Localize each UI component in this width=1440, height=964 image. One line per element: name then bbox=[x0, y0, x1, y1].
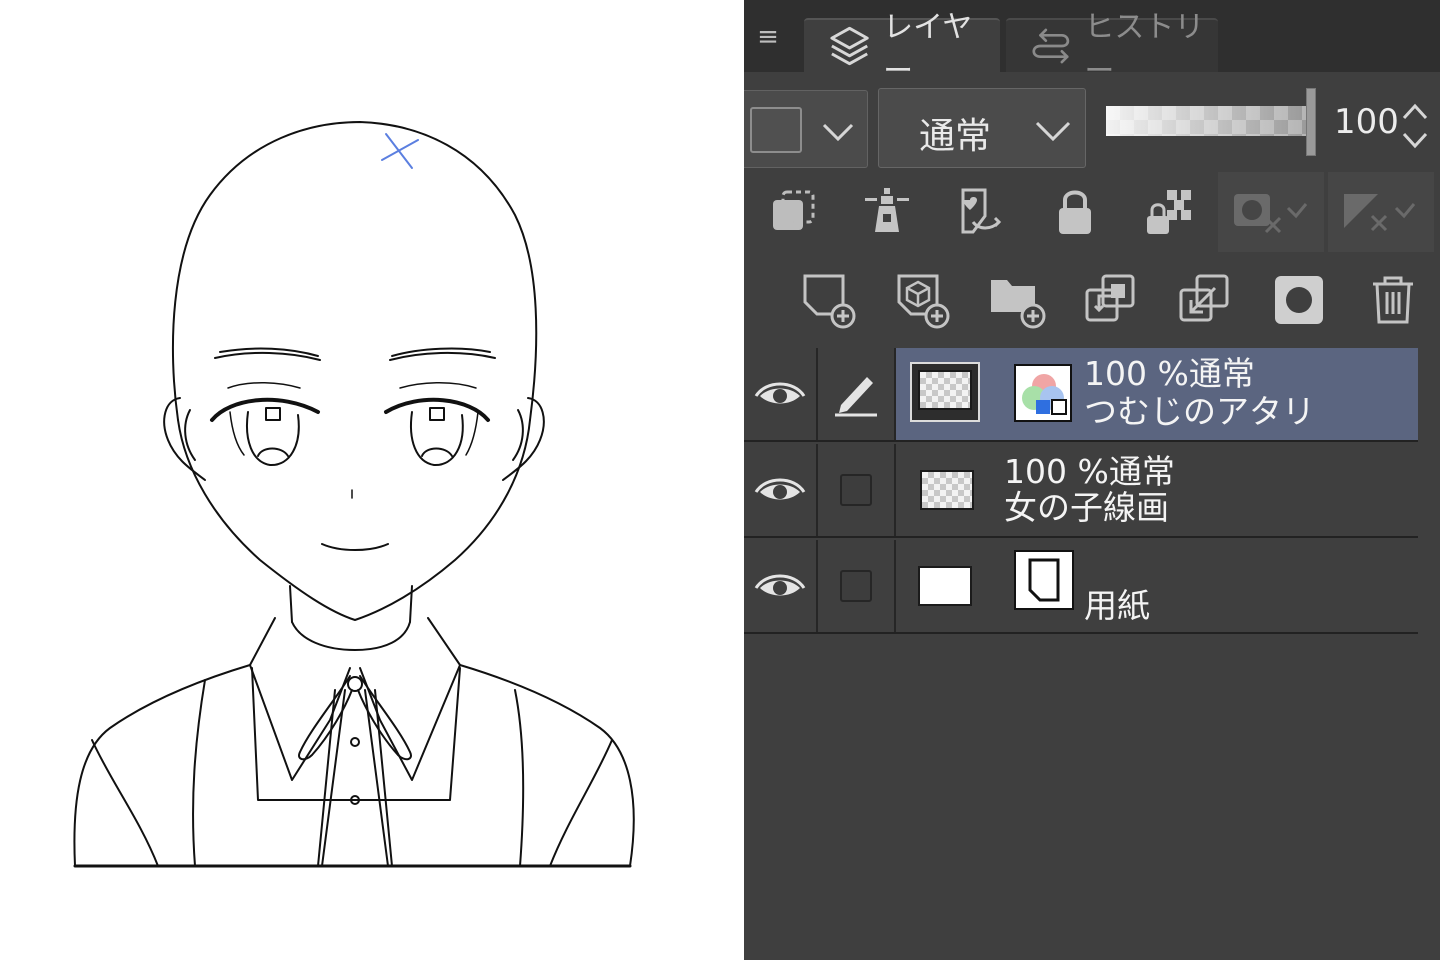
new-raster-layer-button[interactable] bbox=[798, 264, 860, 336]
lock-transparency-button[interactable] bbox=[1138, 176, 1200, 248]
line-art-illustration bbox=[73, 121, 635, 868]
layer-blend-info: 100 %通常 bbox=[1084, 356, 1255, 392]
blend-mode-select[interactable]: 通常 bbox=[878, 88, 1086, 168]
new-folder-button[interactable] bbox=[986, 264, 1048, 336]
tab-history-label: ヒストリー bbox=[1084, 10, 1205, 89]
panel-tab-bar: ≡ レイヤー ヒストリー bbox=[744, 0, 1440, 89]
layer-opacity: 100 % bbox=[1004, 452, 1109, 491]
layer-edit-target-toggle[interactable] bbox=[818, 444, 896, 536]
tab-layer-label: レイヤー bbox=[883, 10, 973, 89]
mask-disabled-icon bbox=[1234, 194, 1308, 234]
transfer-to-below-button[interactable] bbox=[1080, 264, 1142, 336]
layer-edit-target-toggle[interactable] bbox=[818, 348, 896, 440]
layer-thumbnail-frame bbox=[910, 362, 980, 422]
layer-name: つむじのアタリ bbox=[1084, 392, 1315, 431]
chevron-down-icon bbox=[1035, 121, 1071, 142]
trash-icon bbox=[1373, 276, 1413, 324]
opacity-spinner-icon[interactable] bbox=[1400, 96, 1430, 156]
reference-layer-button[interactable] bbox=[856, 176, 918, 248]
create-mask-button[interactable] bbox=[1268, 264, 1330, 336]
color-layer-icon bbox=[1022, 374, 1067, 415]
layer-thumbnail bbox=[918, 370, 972, 410]
lock-icon bbox=[1059, 190, 1091, 234]
drawing-canvas[interactable] bbox=[0, 0, 744, 960]
new-vector-layer-button[interactable] bbox=[892, 264, 954, 336]
history-icon bbox=[1032, 28, 1070, 64]
paper-icon bbox=[1028, 558, 1060, 602]
layer-edit-checkbox[interactable] bbox=[840, 474, 872, 506]
new-3d-layer-icon bbox=[897, 274, 950, 329]
draft-layer-button[interactable] bbox=[950, 176, 1012, 248]
merge-down-icon bbox=[1179, 274, 1229, 322]
layer-color-button[interactable] bbox=[744, 90, 868, 168]
layer-edit-target-toggle[interactable] bbox=[818, 540, 896, 632]
layer-mode: 通常 bbox=[1108, 452, 1175, 491]
delete-layer-button[interactable] bbox=[1362, 264, 1424, 336]
layer-blend-info: 100 %通常 bbox=[1004, 454, 1175, 490]
new-folder-icon bbox=[991, 280, 1046, 329]
layer-row-body: 用紙 bbox=[896, 540, 1418, 632]
layers-icon bbox=[830, 26, 869, 66]
opacity-slider-fill bbox=[1106, 106, 1306, 136]
layer-color-swatch bbox=[750, 107, 802, 153]
lighthouse-icon bbox=[865, 188, 909, 232]
clip-layer-icon bbox=[773, 190, 815, 230]
opacity-slider[interactable] bbox=[1106, 88, 1318, 158]
layer-row-body: 100 %通常 女の子線画 bbox=[896, 444, 1418, 536]
layer-thumbnail bbox=[918, 566, 972, 606]
layer-panel: ≡ レイヤー ヒストリー 通常 100 100 %通常 つむじのアタリ 100 … bbox=[744, 0, 1440, 960]
layer-thumbnail bbox=[920, 470, 974, 510]
layer-name: 用紙 bbox=[1084, 586, 1150, 625]
layer-mask-icon bbox=[1275, 276, 1323, 324]
layer-name: 女の子線画 bbox=[1004, 488, 1169, 527]
blend-mode-value: 通常 bbox=[919, 116, 992, 157]
mask-enable-toggle[interactable] bbox=[1218, 172, 1324, 252]
opacity-value: 100 bbox=[1334, 102, 1399, 142]
eye-icon bbox=[754, 382, 806, 404]
layer-row[interactable]: 100 %通常 女の子線画 bbox=[744, 444, 1418, 538]
crown-guide-mark bbox=[381, 133, 419, 169]
layer-visibility-toggle[interactable] bbox=[744, 444, 818, 536]
layer-mode: 通常 bbox=[1188, 354, 1255, 393]
layer-row[interactable]: 100 %通常 つむじのアタリ bbox=[744, 348, 1418, 442]
layer-row[interactable]: 用紙 bbox=[744, 540, 1418, 634]
layer-lock-toolbar bbox=[744, 172, 1440, 262]
layer-visibility-toggle[interactable] bbox=[744, 348, 818, 440]
layer-opacity: 100 % bbox=[1084, 354, 1189, 393]
clip-to-below-button[interactable] bbox=[762, 176, 824, 248]
chevron-down-icon bbox=[822, 123, 854, 142]
lock-layer-button[interactable] bbox=[1044, 176, 1106, 248]
tab-layer[interactable]: レイヤー bbox=[804, 10, 1000, 89]
ruler-disabled-icon bbox=[1344, 194, 1416, 232]
layer-visibility-toggle[interactable] bbox=[744, 540, 818, 632]
merge-down-button[interactable] bbox=[1174, 264, 1236, 336]
lock-transparent-pixels-icon bbox=[1147, 190, 1191, 234]
panel-menu-icon[interactable]: ≡ bbox=[754, 22, 782, 52]
layer-edit-checkbox[interactable] bbox=[840, 570, 872, 602]
opacity-slider-handle[interactable] bbox=[1306, 88, 1316, 156]
raster-layer-badge bbox=[1014, 364, 1072, 422]
layer-row-body: 100 %通常 つむじのアタリ bbox=[896, 348, 1418, 440]
eye-icon bbox=[754, 478, 806, 500]
layer-list-scrollbar[interactable] bbox=[1418, 346, 1440, 960]
layer-actions-toolbar bbox=[744, 264, 1440, 350]
paper-layer-badge bbox=[1014, 550, 1074, 610]
transfer-down-icon bbox=[1085, 274, 1135, 322]
pen-icon bbox=[835, 377, 877, 417]
draft-layer-icon bbox=[961, 188, 1002, 234]
ruler-range-toggle[interactable] bbox=[1328, 172, 1434, 252]
tab-history[interactable]: ヒストリー bbox=[1006, 10, 1218, 89]
eye-icon bbox=[754, 574, 806, 596]
new-layer-icon bbox=[803, 274, 856, 329]
layer-property-bar: 通常 100 bbox=[744, 88, 1440, 170]
